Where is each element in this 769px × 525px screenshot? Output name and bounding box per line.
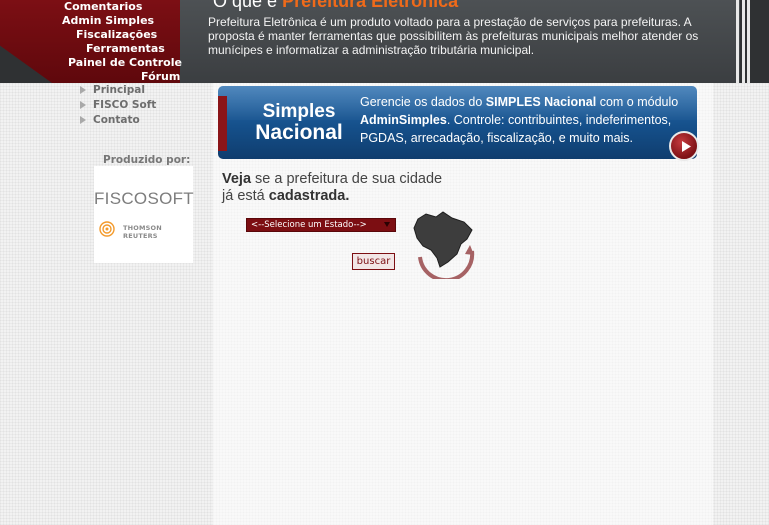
left-menu-item-contato[interactable]: Contato	[80, 114, 156, 129]
city-check-heading-line2: já está cadastrada.	[222, 188, 349, 204]
arrow-bullet-icon	[80, 116, 86, 124]
banner-text-bold: SIMPLES Nacional	[485, 95, 597, 109]
left-menu: Principal FISCO Soft Contato	[80, 84, 156, 129]
top-menu: Comentarios Admin Simples Fiscalizações …	[0, 0, 200, 83]
arrow-bullet-icon	[80, 86, 86, 94]
city-check-heading-line1: Veja se a prefeitura de sua cidade	[222, 171, 442, 187]
left-menu-item-label: Principal	[93, 84, 145, 96]
header-stripe	[747, 0, 750, 83]
thomson-reuters-icon	[99, 221, 115, 237]
top-menu-admin-simples[interactable]: Admin Simples	[62, 14, 154, 27]
banner-logo-line2: Nacional	[255, 120, 343, 144]
top-menu-painel-de-controle[interactable]: Painel de Controle	[68, 56, 182, 69]
search-button[interactable]: buscar	[352, 253, 395, 270]
banner-play-button[interactable]	[669, 131, 699, 161]
fiscosoft-logo: FISCOSOFT	[94, 189, 194, 208]
header: Comentarios Admin Simples Fiscalizações …	[0, 0, 769, 83]
banner-logo-line1: Simples	[262, 101, 336, 122]
banner-text: Gerencie os dados do SIMPLES Nacional co…	[360, 93, 690, 147]
top-menu-comentarios[interactable]: Comentarios	[64, 0, 142, 13]
page-title-prefix: O que é	[213, 0, 278, 11]
left-menu-item-principal[interactable]: Principal	[80, 84, 156, 99]
banner-text-part: com o módulo	[596, 95, 679, 109]
thomson-reuters-text: THOMSON REUTERS	[123, 224, 162, 240]
page-title-highlight: Prefeitura Eletrônica	[282, 0, 459, 11]
banner-red-tag	[218, 96, 227, 151]
city-check-bold: cadastrada.	[268, 188, 350, 204]
left-menu-item-label: Contato	[93, 114, 140, 126]
header-description: Prefeitura Eletrônica é um produto volta…	[208, 15, 699, 58]
city-check-bold: Veja	[222, 171, 252, 187]
simples-nacional-logo: Simples Nacional	[240, 102, 358, 144]
simples-nacional-banner[interactable]: Simples Nacional Gerencie os dados do SI…	[218, 86, 697, 159]
produced-by-label: Produzido por:	[103, 154, 191, 166]
banner-text-bold: AdminSimples	[360, 113, 447, 128]
left-menu-item-fisco-soft[interactable]: FISCO Soft	[80, 99, 156, 114]
header-stripe	[742, 0, 745, 83]
top-menu-forum[interactable]: Fórum	[141, 70, 180, 83]
sponsor-logo-box[interactable]: FISCOSOFT THOMSON REUTERS	[94, 166, 194, 263]
top-menu-ferramentas[interactable]: Ferramentas	[86, 42, 165, 55]
state-select[interactable]: <--Selecione um Estado-->	[246, 218, 396, 232]
city-check-text: já está	[222, 188, 269, 204]
left-menu-item-label: FISCO Soft	[93, 99, 157, 111]
banner-text-part: Gerencie os dados do	[360, 95, 486, 109]
state-select-value: <--Selecione um Estado-->	[251, 220, 367, 230]
brazil-map-icon	[413, 211, 475, 279]
city-check-text: se a prefeitura de sua cidade	[251, 171, 443, 187]
arrow-bullet-icon	[80, 101, 86, 109]
play-arrow-icon	[682, 141, 691, 152]
page-title: O que é Prefeitura Eletrônica	[213, 0, 458, 12]
top-menu-fiscalizacoes[interactable]: Fiscalizações	[76, 28, 157, 41]
chevron-down-icon	[384, 222, 390, 227]
header-stripe	[736, 0, 739, 83]
